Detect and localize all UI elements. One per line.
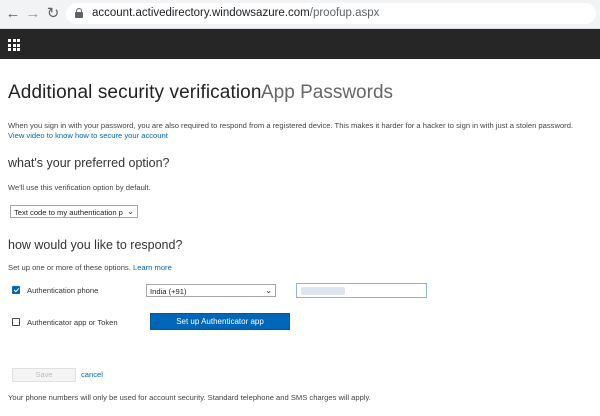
- footer-note: Your phone numbers will only be used for…: [8, 393, 371, 402]
- respond-subtext: Set up one or more of these options. Lea…: [8, 263, 172, 272]
- intro-text: When you sign in with your password, you…: [8, 121, 598, 141]
- cancel-link[interactable]: cancel: [81, 370, 103, 379]
- browser-toolbar: ← → ↻ account.activedirectory.windowsazu…: [0, 0, 600, 29]
- preferred-option-heading: what's your preferred option?: [8, 156, 170, 170]
- learn-more-link[interactable]: Learn more: [133, 263, 172, 272]
- respond-heading: how would you like to respond?: [8, 238, 183, 252]
- app-header: [0, 29, 600, 59]
- auth-app-label: Authenticator app or Token: [27, 318, 118, 327]
- preferred-option-value: Text code to my authentication p: [14, 208, 123, 217]
- forward-arrow-icon[interactable]: →: [24, 5, 42, 23]
- phone-number-input[interactable]: [296, 283, 427, 298]
- preferred-option-subtext: We'll use this verification option by de…: [8, 183, 151, 192]
- auth-app-checkbox[interactable]: [12, 318, 20, 326]
- setup-authenticator-button[interactable]: Set up Authenticator app: [150, 313, 290, 330]
- chevron-down-icon: ⌄: [265, 286, 272, 295]
- save-button[interactable]: Save: [12, 368, 76, 382]
- country-value: India (+91): [150, 287, 187, 296]
- app-launcher-icon[interactable]: [8, 39, 20, 51]
- reload-icon[interactable]: ↻: [44, 5, 62, 23]
- country-select[interactable]: India (+91) ⌄: [146, 284, 276, 297]
- back-arrow-icon[interactable]: ←: [4, 5, 22, 23]
- page-title: Additional security verification: [8, 82, 262, 103]
- respond-subtext-text: Set up one or more of these options.: [8, 263, 131, 272]
- url-path: /proofup.aspx: [309, 7, 380, 19]
- video-link[interactable]: View video to know how to secure your ac…: [8, 131, 168, 140]
- address-bar[interactable]: account.activedirectory.windowsazure.com…: [66, 3, 596, 24]
- url-text[interactable]: account.activedirectory.windowsazure.com…: [92, 6, 379, 21]
- redacted-phone-value: [301, 287, 345, 295]
- auth-phone-label: Authentication phone: [27, 286, 99, 295]
- url-host: account.activedirectory.windowsazure.com: [92, 7, 310, 19]
- chevron-down-icon: ⌄: [127, 207, 134, 216]
- intro-description: When you sign in with your password, you…: [8, 121, 574, 130]
- tab-app-passwords[interactable]: App Passwords: [261, 82, 393, 104]
- lock-icon: [75, 8, 83, 18]
- auth-phone-checkbox[interactable]: [12, 286, 20, 294]
- preferred-option-select[interactable]: Text code to my authentication p ⌄: [10, 205, 138, 218]
